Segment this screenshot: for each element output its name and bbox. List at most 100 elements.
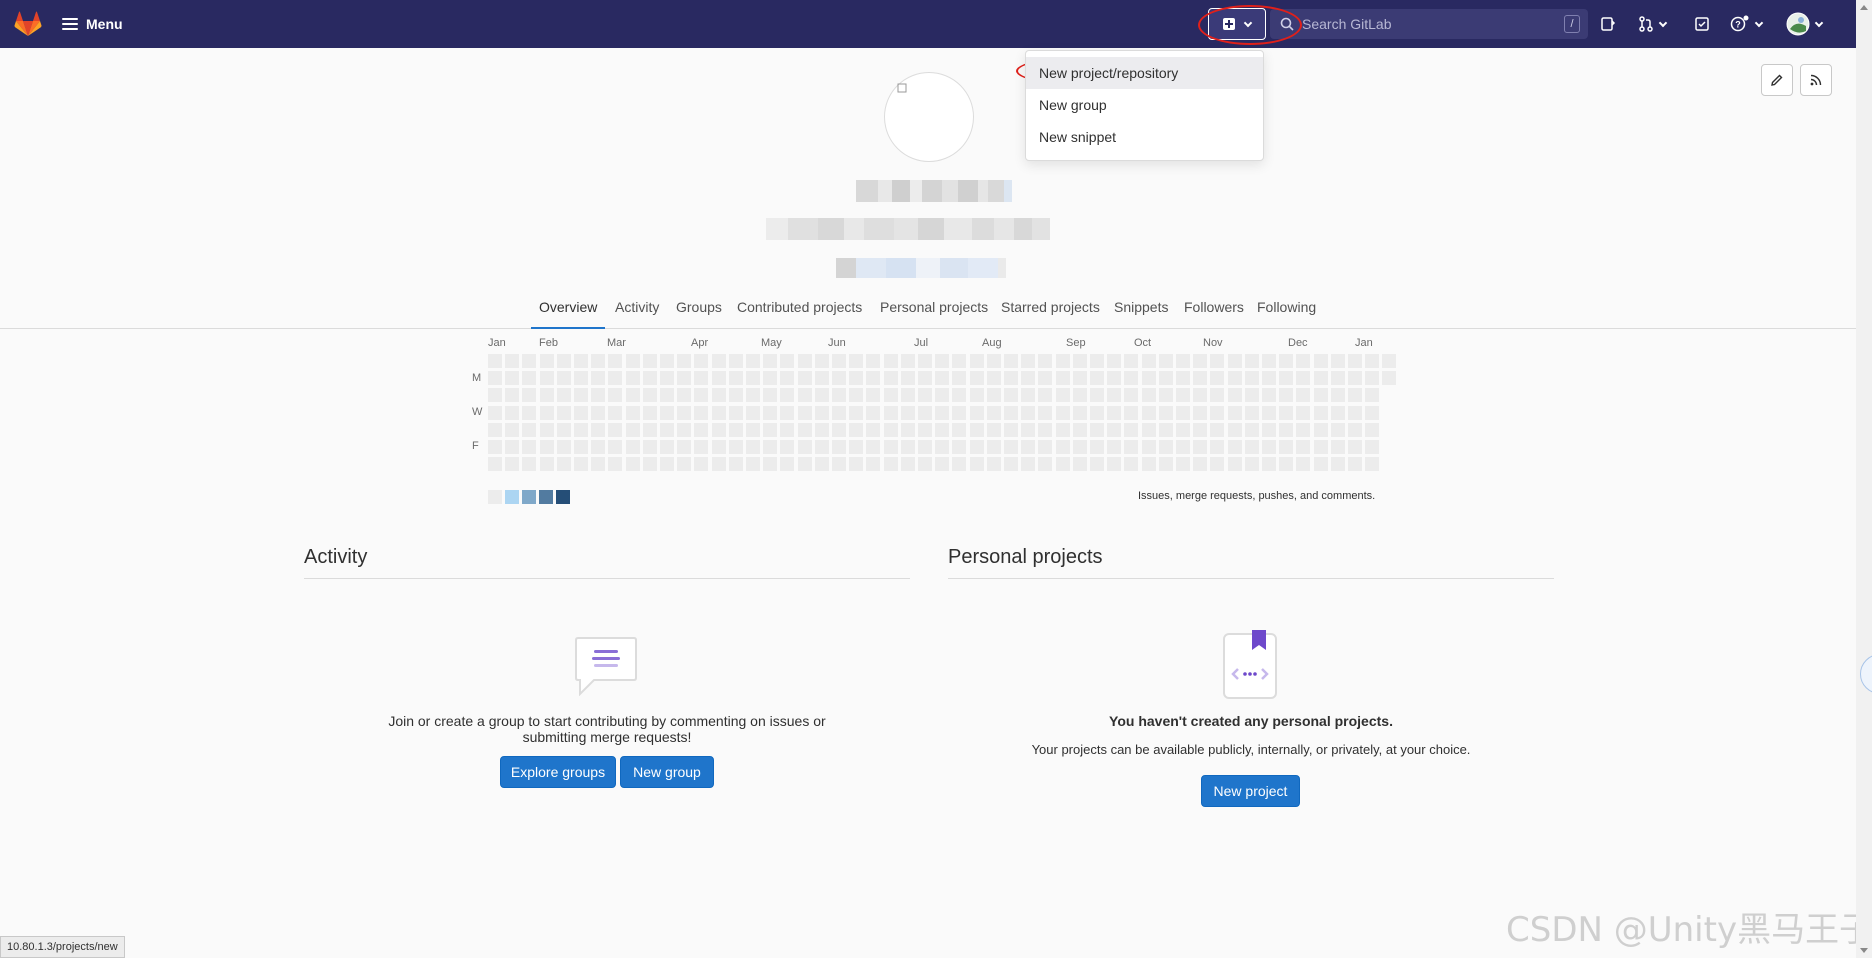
calendar-day-cell[interactable] — [626, 388, 640, 402]
calendar-day-cell[interactable] — [1228, 406, 1242, 420]
calendar-day-cell[interactable] — [1176, 388, 1190, 402]
calendar-day-cell[interactable] — [1004, 354, 1018, 368]
calendar-day-cell[interactable] — [832, 406, 846, 420]
calendar-day-cell[interactable] — [522, 354, 536, 368]
calendar-day-cell[interactable] — [522, 371, 536, 385]
calendar-day-cell[interactable] — [1124, 423, 1138, 437]
calendar-day-cell[interactable] — [1228, 354, 1242, 368]
calendar-day-cell[interactable] — [1142, 354, 1156, 368]
calendar-day-cell[interactable] — [522, 457, 536, 471]
calendar-day-cell[interactable] — [1314, 406, 1328, 420]
calendar-day-cell[interactable] — [488, 457, 502, 471]
calendar-day-cell[interactable] — [694, 371, 708, 385]
calendar-day-cell[interactable] — [866, 457, 880, 471]
calendar-day-cell[interactable] — [884, 388, 898, 402]
calendar-day-cell[interactable] — [952, 354, 966, 368]
calendar-day-cell[interactable] — [643, 388, 657, 402]
calendar-day-cell[interactable] — [1159, 406, 1173, 420]
calendar-day-cell[interactable] — [1262, 423, 1276, 437]
calendar-day-cell[interactable] — [574, 371, 588, 385]
calendar-day-cell[interactable] — [1038, 457, 1052, 471]
calendar-day-cell[interactable] — [1038, 354, 1052, 368]
calendar-day-cell[interactable] — [1279, 388, 1293, 402]
tab-personal-projects[interactable]: Personal projects — [880, 291, 988, 329]
calendar-day-cell[interactable] — [591, 354, 605, 368]
calendar-day-cell[interactable] — [832, 423, 846, 437]
scrollbar[interactable] — [1856, 0, 1872, 958]
calendar-day-cell[interactable] — [815, 388, 829, 402]
calendar-day-cell[interactable] — [1314, 457, 1328, 471]
calendar-day-cell[interactable] — [591, 406, 605, 420]
calendar-day-cell[interactable] — [866, 440, 880, 454]
calendar-day-cell[interactable] — [1004, 423, 1018, 437]
calendar-day-cell[interactable] — [626, 457, 640, 471]
calendar-day-cell[interactable] — [540, 406, 554, 420]
calendar-day-cell[interactable] — [729, 371, 743, 385]
calendar-day-cell[interactable] — [849, 423, 863, 437]
calendar-day-cell[interactable] — [970, 440, 984, 454]
calendar-day-cell[interactable] — [746, 440, 760, 454]
calendar-day-cell[interactable] — [694, 457, 708, 471]
tab-overview[interactable]: Overview — [531, 291, 606, 329]
calendar-day-cell[interactable] — [522, 388, 536, 402]
calendar-day-cell[interactable] — [849, 457, 863, 471]
calendar-day-cell[interactable] — [1365, 406, 1379, 420]
calendar-day-cell[interactable] — [488, 423, 502, 437]
issues-nav-button[interactable] — [1600, 14, 1616, 34]
calendar-day-cell[interactable] — [746, 406, 760, 420]
calendar-day-cell[interactable] — [540, 423, 554, 437]
new-group-button[interactable]: New group — [620, 756, 714, 788]
calendar-day-cell[interactable] — [1090, 406, 1104, 420]
calendar-day-cell[interactable] — [522, 423, 536, 437]
calendar-day-cell[interactable] — [1090, 371, 1104, 385]
calendar-day-cell[interactable] — [1314, 371, 1328, 385]
calendar-day-cell[interactable] — [763, 440, 777, 454]
calendar-day-cell[interactable] — [935, 440, 949, 454]
calendar-day-cell[interactable] — [780, 440, 794, 454]
calendar-day-cell[interactable] — [1314, 388, 1328, 402]
calendar-day-cell[interactable] — [694, 423, 708, 437]
calendar-day-cell[interactable] — [832, 354, 846, 368]
calendar-day-cell[interactable] — [1176, 371, 1190, 385]
menu-item-new-group[interactable]: New group — [1026, 89, 1263, 121]
calendar-day-cell[interactable] — [557, 423, 571, 437]
calendar-day-cell[interactable] — [970, 423, 984, 437]
calendar-day-cell[interactable] — [1038, 371, 1052, 385]
calendar-day-cell[interactable] — [1314, 440, 1328, 454]
tab-snippets[interactable]: Snippets — [1114, 291, 1168, 329]
new-project-button[interactable]: New project — [1201, 775, 1300, 807]
calendar-day-cell[interactable] — [712, 406, 726, 420]
calendar-day-cell[interactable] — [780, 354, 794, 368]
calendar-day-cell[interactable] — [918, 388, 932, 402]
calendar-day-cell[interactable] — [643, 406, 657, 420]
calendar-day-cell[interactable] — [729, 457, 743, 471]
calendar-day-cell[interactable] — [1056, 423, 1070, 437]
calendar-day-cell[interactable] — [1365, 371, 1379, 385]
search-box[interactable]: / — [1270, 9, 1588, 39]
calendar-day-cell[interactable] — [849, 354, 863, 368]
calendar-day-cell[interactable] — [815, 371, 829, 385]
calendar-day-cell[interactable] — [970, 354, 984, 368]
calendar-day-cell[interactable] — [729, 388, 743, 402]
calendar-day-cell[interactable] — [935, 406, 949, 420]
scroll-up-arrow-icon[interactable] — [1856, 0, 1872, 16]
calendar-day-cell[interactable] — [729, 354, 743, 368]
calendar-day-cell[interactable] — [1262, 388, 1276, 402]
calendar-day-cell[interactable] — [677, 440, 691, 454]
calendar-day-cell[interactable] — [626, 371, 640, 385]
calendar-day-cell[interactable] — [918, 354, 932, 368]
calendar-day-cell[interactable] — [1021, 423, 1035, 437]
calendar-day-cell[interactable] — [1056, 406, 1070, 420]
calendar-day-cell[interactable] — [987, 440, 1001, 454]
calendar-day-cell[interactable] — [660, 457, 674, 471]
calendar-day-cell[interactable] — [884, 423, 898, 437]
calendar-day-cell[interactable] — [1365, 423, 1379, 437]
calendar-day-cell[interactable] — [574, 406, 588, 420]
calendar-day-cell[interactable] — [522, 440, 536, 454]
calendar-day-cell[interactable] — [1382, 354, 1396, 368]
calendar-day-cell[interactable] — [522, 406, 536, 420]
calendar-day-cell[interactable] — [798, 388, 812, 402]
calendar-day-cell[interactable] — [1021, 388, 1035, 402]
tab-following[interactable]: Following — [1257, 291, 1316, 329]
calendar-day-cell[interactable] — [505, 371, 519, 385]
